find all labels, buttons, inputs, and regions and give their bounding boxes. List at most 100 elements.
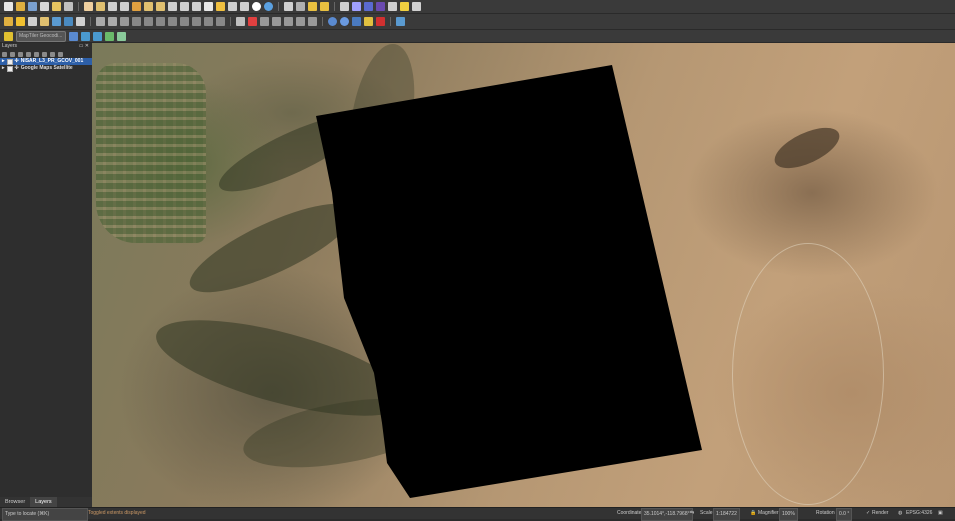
zoom-next-icon[interactable] xyxy=(192,2,201,11)
render-checkbox-icon[interactable]: ✓ xyxy=(866,508,870,519)
crs-button[interactable]: EPSG:4326 xyxy=(906,508,932,519)
expand-arrow-icon[interactable]: ▸ xyxy=(2,58,5,65)
maptiler-basemap-icon[interactable] xyxy=(69,31,78,41)
zoom-out-icon[interactable] xyxy=(120,2,129,11)
map-canvas[interactable] xyxy=(92,43,955,507)
new-map-view-icon[interactable] xyxy=(204,2,213,11)
vertex-tool-icon[interactable] xyxy=(144,17,153,26)
settings-icon[interactable] xyxy=(352,2,361,11)
maptiler-terrain-icon[interactable] xyxy=(105,31,114,41)
paste-features-icon[interactable] xyxy=(192,17,201,26)
statistics-icon[interactable] xyxy=(296,2,305,11)
add-raster-icon[interactable] xyxy=(52,17,61,26)
maptiler-settings-icon[interactable] xyxy=(117,31,126,41)
magnifier-field[interactable]: 100% xyxy=(779,508,798,521)
tab-layers[interactable]: Layers xyxy=(30,497,57,507)
save-as-icon[interactable] xyxy=(40,2,49,11)
remove-layer-icon[interactable] xyxy=(58,51,63,57)
zoom-layer-icon[interactable] xyxy=(156,2,165,11)
add-vector-icon[interactable] xyxy=(40,17,49,26)
new-project-icon[interactable] xyxy=(4,2,13,11)
toggle-editing-icon[interactable] xyxy=(108,17,117,26)
panel-close-icon[interactable]: ▭ ✕ xyxy=(79,43,89,50)
georeferencer-icon[interactable] xyxy=(340,17,349,26)
identify-icon[interactable] xyxy=(340,2,349,11)
toggle-extents-icon[interactable]: ⇆ xyxy=(690,508,694,519)
add-delimited-icon[interactable] xyxy=(76,17,85,26)
globe-icon[interactable] xyxy=(328,17,337,26)
scale-field[interactable]: 1:184722 xyxy=(713,508,740,521)
expand-arrow-icon[interactable]: ▸ xyxy=(2,65,5,72)
style-manager-icon[interactable] xyxy=(2,51,7,57)
undo-icon[interactable] xyxy=(204,17,213,26)
help-icon[interactable] xyxy=(396,17,405,26)
label-highlight-icon[interactable] xyxy=(248,17,257,26)
layer-item-nisar[interactable]: ▸ ✣ NISAR_L3_PR_GCOV_001 xyxy=(0,58,92,65)
messages-icon[interactable]: ▣ xyxy=(938,508,943,519)
maptiler-raster-icon[interactable] xyxy=(93,31,102,41)
clock-icon[interactable] xyxy=(252,2,261,11)
filter-legend-icon[interactable] xyxy=(26,51,31,57)
select-features-icon[interactable] xyxy=(308,2,317,11)
delete-selected-icon[interactable] xyxy=(156,17,165,26)
quick-map-services-icon[interactable] xyxy=(352,17,361,26)
measure-icon[interactable] xyxy=(388,2,397,11)
save-edits-icon[interactable] xyxy=(120,17,129,26)
maptiler-vector-icon[interactable] xyxy=(81,31,90,41)
deselect-icon[interactable] xyxy=(320,2,329,11)
expand-all-icon[interactable] xyxy=(42,51,47,57)
python-console-icon[interactable] xyxy=(364,2,373,11)
coordinate-field[interactable]: 35.1014°,-118.7968° xyxy=(641,508,693,521)
pan-to-selection-icon[interactable] xyxy=(96,2,105,11)
plugin-icon[interactable] xyxy=(376,2,385,11)
python-icon[interactable] xyxy=(364,17,373,26)
zoom-selection-icon[interactable] xyxy=(144,2,153,11)
layer-item-google-satellite[interactable]: ▸ ✣ Google Maps Satellite xyxy=(0,65,92,72)
processing-icon[interactable] xyxy=(376,17,385,26)
bookmark-icon[interactable] xyxy=(228,2,237,11)
zoom-last-icon[interactable] xyxy=(180,2,189,11)
new-layer-icon[interactable] xyxy=(16,17,25,26)
digitize-icon[interactable] xyxy=(132,17,141,26)
lightning-icon[interactable] xyxy=(4,31,13,41)
pin-labels-icon[interactable] xyxy=(260,17,269,26)
filter-expression-icon[interactable] xyxy=(34,51,39,57)
layer-visibility-checkbox[interactable] xyxy=(6,58,13,65)
refresh-icon[interactable] xyxy=(264,2,273,11)
layout-manager-icon[interactable] xyxy=(64,2,73,11)
copy-features-icon[interactable] xyxy=(180,17,189,26)
collapse-all-icon[interactable] xyxy=(50,51,55,57)
manage-visibility-icon[interactable] xyxy=(18,51,23,57)
cut-features-icon[interactable] xyxy=(168,17,177,26)
rotate-label-icon[interactable] xyxy=(296,17,305,26)
change-label-icon[interactable] xyxy=(308,17,317,26)
open-project-icon[interactable] xyxy=(16,2,25,11)
geocoder-search-input[interactable]: MapTiler Geocodi... xyxy=(16,30,66,42)
annotation-icon[interactable] xyxy=(400,2,409,11)
add-mesh-icon[interactable] xyxy=(64,17,73,26)
pan-icon[interactable] xyxy=(84,2,93,11)
current-edits-icon[interactable] xyxy=(96,17,105,26)
layer-visibility-checkbox[interactable] xyxy=(6,65,13,72)
show-hide-labels-icon[interactable] xyxy=(272,17,281,26)
map-tips-icon[interactable] xyxy=(412,2,421,11)
redo-icon[interactable] xyxy=(216,17,225,26)
add-group-icon[interactable] xyxy=(10,51,15,57)
new-temporary-layer-icon[interactable] xyxy=(28,17,37,26)
data-source-manager-icon[interactable] xyxy=(4,17,13,26)
show-bookmarks-icon[interactable] xyxy=(240,2,249,11)
label-icon[interactable] xyxy=(236,17,245,26)
print-layout-icon[interactable] xyxy=(52,2,61,11)
save-project-icon[interactable] xyxy=(28,2,37,11)
zoom-full-icon[interactable] xyxy=(132,2,141,11)
rotation-field[interactable]: 0.0 ° xyxy=(836,508,853,521)
tab-browser[interactable]: Browser xyxy=(0,497,30,507)
temporal-controller-icon[interactable] xyxy=(216,2,225,11)
zoom-native-icon[interactable] xyxy=(168,2,177,11)
locator-search-input[interactable]: Type to locate (⌘K) xyxy=(2,508,88,521)
move-label-icon[interactable] xyxy=(284,17,293,26)
crs-globe-icon[interactable]: ◍ xyxy=(898,508,902,519)
lock-icon[interactable]: 🔒 xyxy=(750,508,756,519)
zoom-in-icon[interactable] xyxy=(108,2,117,11)
open-attribute-table-icon[interactable] xyxy=(284,2,293,11)
